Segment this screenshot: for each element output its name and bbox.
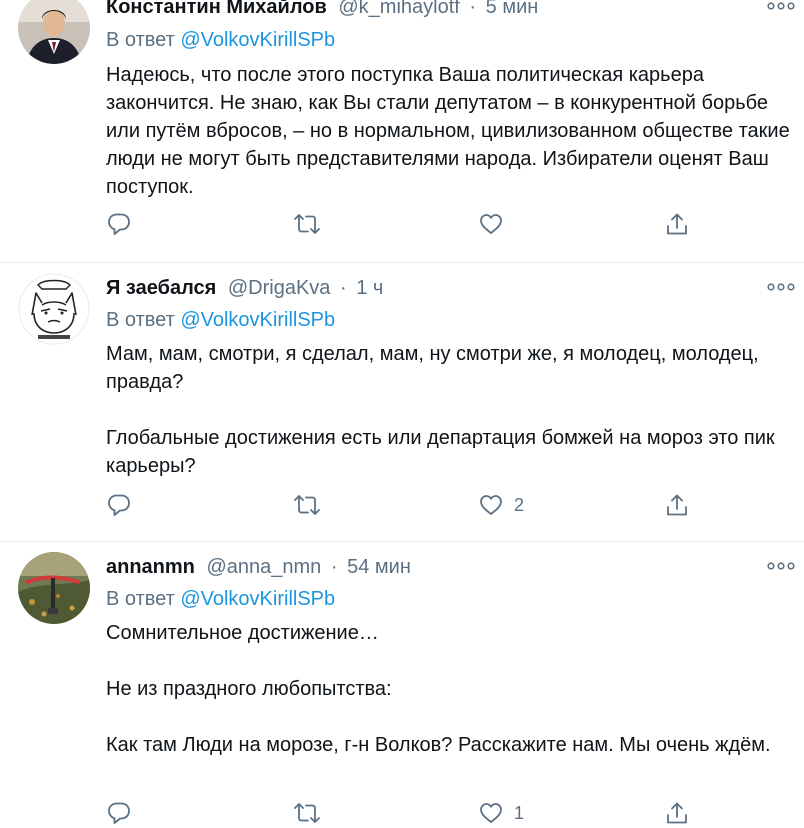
- heart-icon: [480, 214, 502, 234]
- retweet-icon: [294, 214, 320, 234]
- author-name[interactable]: Константин Михайлов: [106, 0, 327, 18]
- reply-mention-link[interactable]: @VolkovKirillSPb: [180, 588, 335, 610]
- tweet[interactable]: Я заебался @DrigaKva · 1 ч В ответ @Volk…: [0, 263, 804, 541]
- reply-mention-link[interactable]: @VolkovKirillSPb: [180, 309, 335, 331]
- tweet-header: Константин Михайлов @k_mihaylotf · 5 мин: [106, 0, 538, 22]
- share-icon: [667, 213, 687, 235]
- more-dots-icon: [767, 562, 795, 570]
- tweet-paragraph: Глобальные достижения есть или департаци…: [106, 427, 775, 477]
- more-options-button[interactable]: [766, 556, 796, 576]
- like-button[interactable]: [478, 209, 514, 239]
- retweet-icon: [294, 803, 320, 823]
- avatar[interactable]: [18, 0, 90, 64]
- author-name[interactable]: Я заебался: [106, 277, 216, 299]
- tweet-paragraph: Как там Люди на морозе, г-н Волков? Расс…: [106, 734, 771, 756]
- more-options-button[interactable]: [766, 0, 796, 16]
- like-count: 1: [514, 802, 525, 823]
- share-icon: [667, 494, 687, 516]
- reply-button[interactable]: [106, 798, 132, 828]
- like-button[interactable]: 2: [478, 490, 524, 520]
- reply-bubble-icon: [108, 802, 130, 824]
- reply-feed: Константин Михайлов @k_mihaylotf · 5 мин…: [0, 0, 804, 824]
- author-handle[interactable]: @k_mihaylotf: [338, 0, 459, 18]
- heart-icon: [480, 803, 502, 823]
- tweet-header: Я заебался @DrigaKva · 1 ч: [106, 273, 383, 303]
- heart-icon: [480, 495, 502, 515]
- header-separator: ·: [469, 0, 477, 18]
- tweet-text: Сомнительное достижение… Не из праздного…: [106, 619, 796, 759]
- reply-prefix: В ответ: [106, 588, 175, 610]
- author-name[interactable]: annanmn: [106, 556, 195, 578]
- reply-prefix: В ответ: [106, 309, 175, 331]
- tweet-timestamp[interactable]: 54 мин: [347, 556, 411, 578]
- share-button[interactable]: [664, 490, 690, 520]
- tweet-timestamp[interactable]: 1 ч: [356, 277, 383, 299]
- reply-context: В ответ @VolkovKirillSPb: [106, 306, 335, 334]
- tweet-paragraph: Не из праздного любопытства:: [106, 678, 392, 700]
- header-separator: ·: [330, 556, 338, 578]
- retweet-icon: [294, 495, 320, 515]
- reply-bubble-icon: [108, 213, 130, 235]
- tweet-paragraph: Сомнительное достижение…: [106, 622, 379, 644]
- share-button[interactable]: [664, 798, 690, 828]
- reply-button[interactable]: [106, 209, 132, 239]
- tweet-timestamp[interactable]: 5 мин: [486, 0, 539, 18]
- reply-button[interactable]: [106, 490, 132, 520]
- tweet[interactable]: Константин Михайлов @k_mihaylotf · 5 мин…: [0, 0, 804, 262]
- retweet-button[interactable]: [292, 209, 322, 239]
- reply-bubble-icon: [108, 494, 130, 516]
- avatar[interactable]: [18, 552, 90, 624]
- tweet-header: annanmn @anna_nmn · 54 мин: [106, 552, 411, 582]
- reply-prefix: В ответ: [106, 29, 175, 51]
- reply-mention-link[interactable]: @VolkovKirillSPb: [180, 29, 335, 51]
- tweet-paragraph: Мам, мам, смотри, я сделал, мам, ну смот…: [106, 343, 759, 393]
- reply-context: В ответ @VolkovKirillSPb: [106, 585, 335, 613]
- retweet-button[interactable]: [292, 798, 322, 828]
- tweet-text: Мам, мам, смотри, я сделал, мам, ну смот…: [106, 340, 796, 480]
- tweet[interactable]: annanmn @anna_nmn · 54 мин В ответ @Volk…: [0, 542, 804, 824]
- more-dots-icon: [767, 283, 795, 291]
- tweet-text: Надеюсь, что после этого поступка Ваша п…: [106, 61, 796, 201]
- avatar[interactable]: [18, 273, 90, 345]
- author-handle[interactable]: @DrigaKva: [228, 277, 331, 299]
- share-button[interactable]: [664, 209, 690, 239]
- like-count: 2: [514, 494, 525, 515]
- reply-context: В ответ @VolkovKirillSPb: [106, 26, 335, 54]
- more-options-button[interactable]: [766, 277, 796, 297]
- tweet-paragraph: Надеюсь, что после этого поступка Ваша п…: [106, 64, 790, 198]
- retweet-button[interactable]: [292, 490, 322, 520]
- more-dots-icon: [767, 2, 795, 10]
- like-button[interactable]: 1: [478, 798, 524, 828]
- author-handle[interactable]: @anna_nmn: [206, 556, 321, 578]
- header-separator: ·: [340, 277, 347, 299]
- share-icon: [667, 802, 687, 824]
